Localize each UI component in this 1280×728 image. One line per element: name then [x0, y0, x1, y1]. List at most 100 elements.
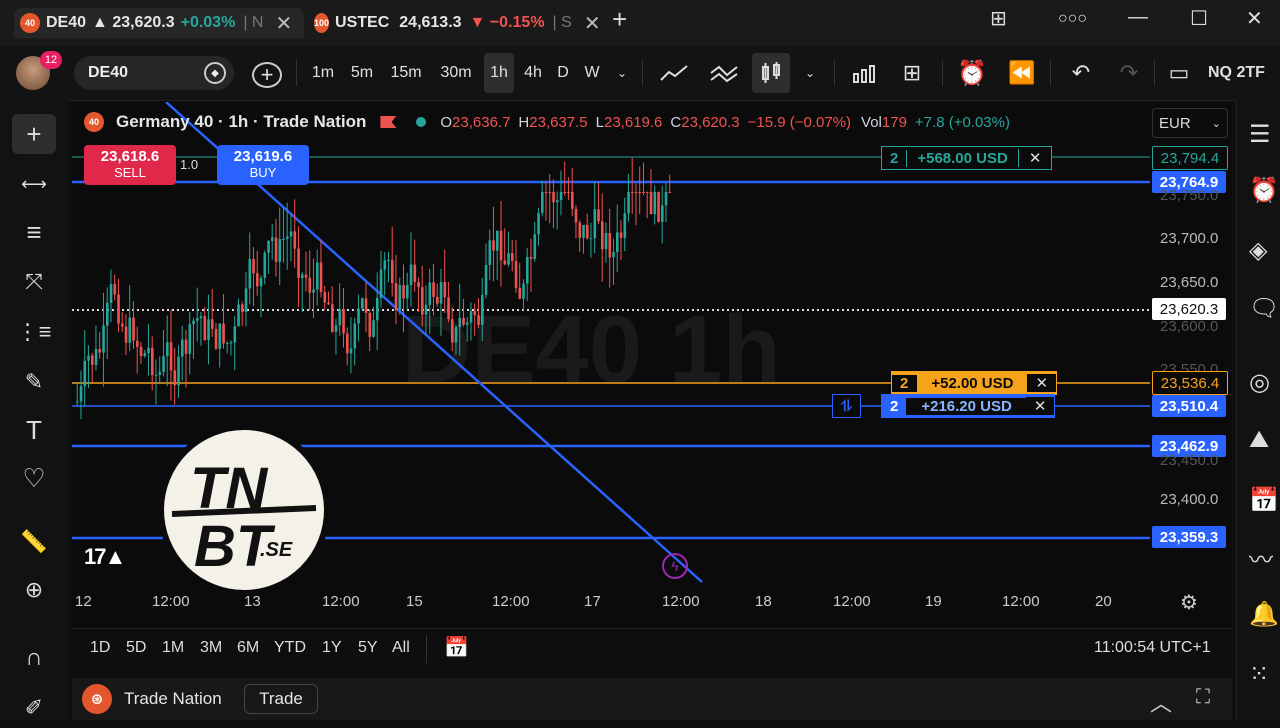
target-icon[interactable]: ◎ [1249, 368, 1280, 400]
interval-15m[interactable]: 15m [386, 58, 426, 88]
redo-icon[interactable]: ↷ [1112, 58, 1146, 88]
indicators-icon[interactable] [704, 58, 744, 88]
magnet-icon[interactable]: ∩ [12, 638, 56, 678]
settings-gear-icon[interactable]: ⚙ [1180, 590, 1198, 615]
trend-line-icon[interactable]: ⟷ [12, 164, 56, 204]
candle-body [83, 360, 87, 387]
tab-change: +0.03% [180, 14, 236, 31]
chart-title[interactable]: Germany 40 · 1h · Trade Nation [116, 112, 366, 132]
calendar-icon[interactable]: 📅 [1249, 486, 1280, 518]
interval-w[interactable]: W [580, 58, 604, 88]
tab-suffix: | S [552, 14, 572, 31]
close-icon[interactable]: ✕ [1025, 397, 1055, 415]
interval-d[interactable]: D [552, 58, 574, 88]
pattern-icon[interactable]: ⤧ [12, 262, 56, 302]
window-close-icon[interactable]: ✕ [1246, 6, 1263, 31]
trade-quantity[interactable]: 1.0 [180, 157, 198, 172]
sell-price: 23,618.6 [100, 148, 160, 165]
brush-icon[interactable]: ✎ [12, 362, 56, 402]
reverse-position-button[interactable]: ⥮ [832, 394, 861, 418]
goto-date-icon[interactable]: 📅 [444, 635, 469, 660]
chevron-up-icon[interactable]: ︿ [1150, 686, 1172, 718]
candles-icon[interactable] [752, 53, 790, 93]
candle-body [466, 322, 469, 325]
trade-panel-button[interactable]: Trade [244, 684, 318, 714]
candle-body [346, 333, 349, 354]
ideas-icon[interactable]: ⛰ [1249, 426, 1280, 458]
candle-body [241, 304, 244, 312]
candle-body [514, 260, 518, 288]
interval-30m[interactable]: 30m [436, 58, 476, 88]
close-icon[interactable]: ✕ [584, 11, 601, 36]
new-tab-icon[interactable]: + [612, 4, 627, 35]
interval-5m[interactable]: 5m [346, 58, 378, 88]
interval-1h[interactable]: 1h [484, 53, 514, 93]
watchlist-icon[interactable]: ☰ [1249, 120, 1280, 152]
layout-name[interactable]: NQ 2TF [1208, 58, 1278, 88]
interval-4h[interactable]: 4h [520, 58, 546, 88]
range-5y[interactable]: 5Y [358, 639, 378, 657]
candle-body [94, 348, 98, 365]
grid-layout-icon[interactable]: ⊞ [894, 58, 930, 88]
undo-icon[interactable]: ↶ [1064, 58, 1098, 88]
tab-de40[interactable]: 40 DE40 ▲ 23,620.3 +0.03% | N ✕ [14, 8, 304, 38]
layout-icon[interactable]: ⊞ [990, 6, 1007, 31]
candle-body [293, 231, 297, 249]
stream-icon[interactable]: 〰 [1249, 540, 1280, 574]
fib-icon[interactable]: ≡ [12, 212, 56, 252]
range-1y[interactable]: 1Y [322, 639, 342, 657]
ruler-icon[interactable]: 📏 [12, 522, 56, 562]
range-5d[interactable]: 5D [126, 639, 146, 657]
position-line-1[interactable]: 2 +568.00 USD ✕ [881, 146, 1053, 170]
position-line-3[interactable]: 2 +216.20 USD ✕ [881, 394, 1056, 418]
alarm-icon[interactable]: ⏰ [954, 58, 990, 88]
crosshair-icon[interactable]: + [12, 114, 56, 154]
chart-type-icon[interactable] [846, 58, 882, 88]
flag-icon[interactable] [380, 116, 397, 128]
clock[interactable]: 11:00:54 UTC+1 [1094, 639, 1211, 657]
buy-button[interactable]: 23,619.6 BUY [217, 145, 309, 185]
range-6m[interactable]: 6M [237, 639, 259, 657]
chat-icon[interactable]: 🗨 [1249, 294, 1280, 326]
text-icon[interactable]: T [12, 410, 56, 450]
range-3m[interactable]: 3M [200, 639, 222, 657]
lightning-event-icon[interactable]: ϟ [662, 553, 688, 579]
chevron-down-icon[interactable]: ⌄ [798, 58, 822, 88]
replay-icon[interactable]: ⏪ [1004, 58, 1040, 88]
close-icon[interactable]: ✕ [275, 11, 292, 36]
range-1m[interactable]: 1M [162, 639, 184, 657]
tab-ustec[interactable]: 100 USTEC 24,613.3 ▼ −0.15% | S ✕ [314, 8, 601, 38]
heart-icon[interactable]: ♡ [12, 458, 56, 498]
tradingview-logo-icon[interactable]: 17▲ [84, 544, 126, 570]
fullscreen-icon[interactable]: ▭ [1164, 58, 1194, 88]
price-tick: 23,450.0 [1160, 452, 1219, 469]
candle-body [124, 326, 128, 343]
apps-grid-icon[interactable]: ⁙ [1249, 660, 1280, 692]
zoom-in-icon[interactable]: ⊕ [12, 570, 56, 610]
alerts-clock-icon[interactable]: ⏰ [1249, 176, 1280, 208]
maximize-icon[interactable]: ☐ [1190, 6, 1208, 31]
candle-body [391, 259, 394, 284]
line-chart-icon[interactable] [654, 58, 694, 88]
position-line-2[interactable]: 2 +52.00 USD ✕ [891, 371, 1058, 395]
lock-pencil-icon[interactable]: ✐ [12, 688, 56, 728]
range-ytd[interactable]: YTD [274, 639, 306, 657]
add-symbol-icon[interactable]: + [252, 62, 282, 88]
symbol-search[interactable]: DE40 ◆ [74, 56, 234, 90]
forecast-icon[interactable]: ⋮≡ [12, 312, 56, 352]
close-icon[interactable]: ✕ [1027, 374, 1057, 392]
range-all[interactable]: All [392, 639, 410, 657]
sell-button[interactable]: 23,618.6 SELL [84, 145, 176, 185]
candle-body [233, 326, 237, 343]
maximize-panel-icon[interactable]: ⛶ [1196, 686, 1210, 709]
close-icon[interactable]: ✕ [1017, 149, 1052, 167]
minimize-icon[interactable]: — [1128, 6, 1148, 29]
more-icon[interactable]: ○○○ [1058, 10, 1087, 28]
chevron-down-icon[interactable]: ⌄ [610, 58, 634, 88]
layers-icon[interactable]: ◈ [1249, 236, 1280, 268]
compare-icon[interactable]: ◆ [204, 62, 226, 84]
notifications-icon[interactable]: 🔔 [1249, 600, 1280, 632]
currency-select[interactable]: EUR ⌄ [1152, 108, 1228, 138]
range-1d[interactable]: 1D [90, 639, 110, 657]
interval-1m[interactable]: 1m [306, 58, 340, 88]
